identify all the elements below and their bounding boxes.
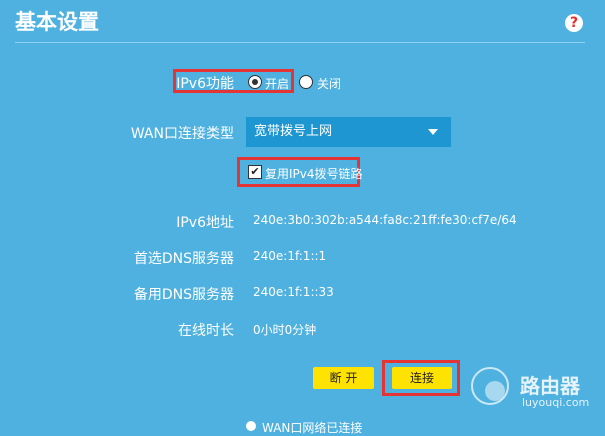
page-title: 基本设置 xyxy=(15,10,99,34)
ipv6-off-radio[interactable] xyxy=(299,75,313,89)
ipv6-off-label: 关闭 xyxy=(317,77,342,91)
dns-secondary-value: 240e:1f:1::33 xyxy=(253,285,334,299)
online-time-label: 在线时长 xyxy=(178,323,234,339)
ipv6-address-label: IPv6地址 xyxy=(176,215,234,231)
wan-type-value: 宽带拨号上网 xyxy=(254,124,333,139)
ipv6-on-label: 开启 xyxy=(265,77,290,91)
wan-type-select[interactable]: 宽带拨号上网 xyxy=(246,117,451,147)
ipv6-function-label: IPv6功能 xyxy=(176,76,234,92)
connect-button[interactable]: 连接 xyxy=(392,367,452,389)
watermark-cn: 路由器 xyxy=(520,374,580,398)
disconnect-button[interactable]: 断 开 xyxy=(313,367,374,389)
dns-primary-label: 首选DNS服务器 xyxy=(133,251,234,267)
router-logo-icon xyxy=(471,367,509,405)
title-divider xyxy=(15,42,585,43)
chevron-down-icon xyxy=(428,129,438,135)
ipv6-on-radio[interactable] xyxy=(248,75,262,89)
reuse-ipv4-checkbox[interactable]: ✔ xyxy=(248,165,262,179)
watermark-en: luyouqi.com xyxy=(522,396,590,409)
ipv6-address-value: 240e:3b0:302b:a544:fa8c:21ff:fe30:cf7e/6… xyxy=(253,213,517,227)
watermark-logo: 路由器 luyouqi.com xyxy=(468,364,598,418)
question-icon[interactable]: ? xyxy=(565,14,583,32)
wan-status: WAN口网络已连接 xyxy=(246,419,362,436)
dns-secondary-label: 备用DNS服务器 xyxy=(133,287,234,303)
online-time-value: 0小时0分钟 xyxy=(253,323,317,337)
check-circle-icon xyxy=(246,421,256,431)
reuse-ipv4-label: 复用IPv4拨号链路 xyxy=(265,167,363,181)
dns-primary-value: 240e:1f:1::1 xyxy=(253,249,327,263)
wan-type-label: WAN口连接类型 xyxy=(130,126,234,142)
